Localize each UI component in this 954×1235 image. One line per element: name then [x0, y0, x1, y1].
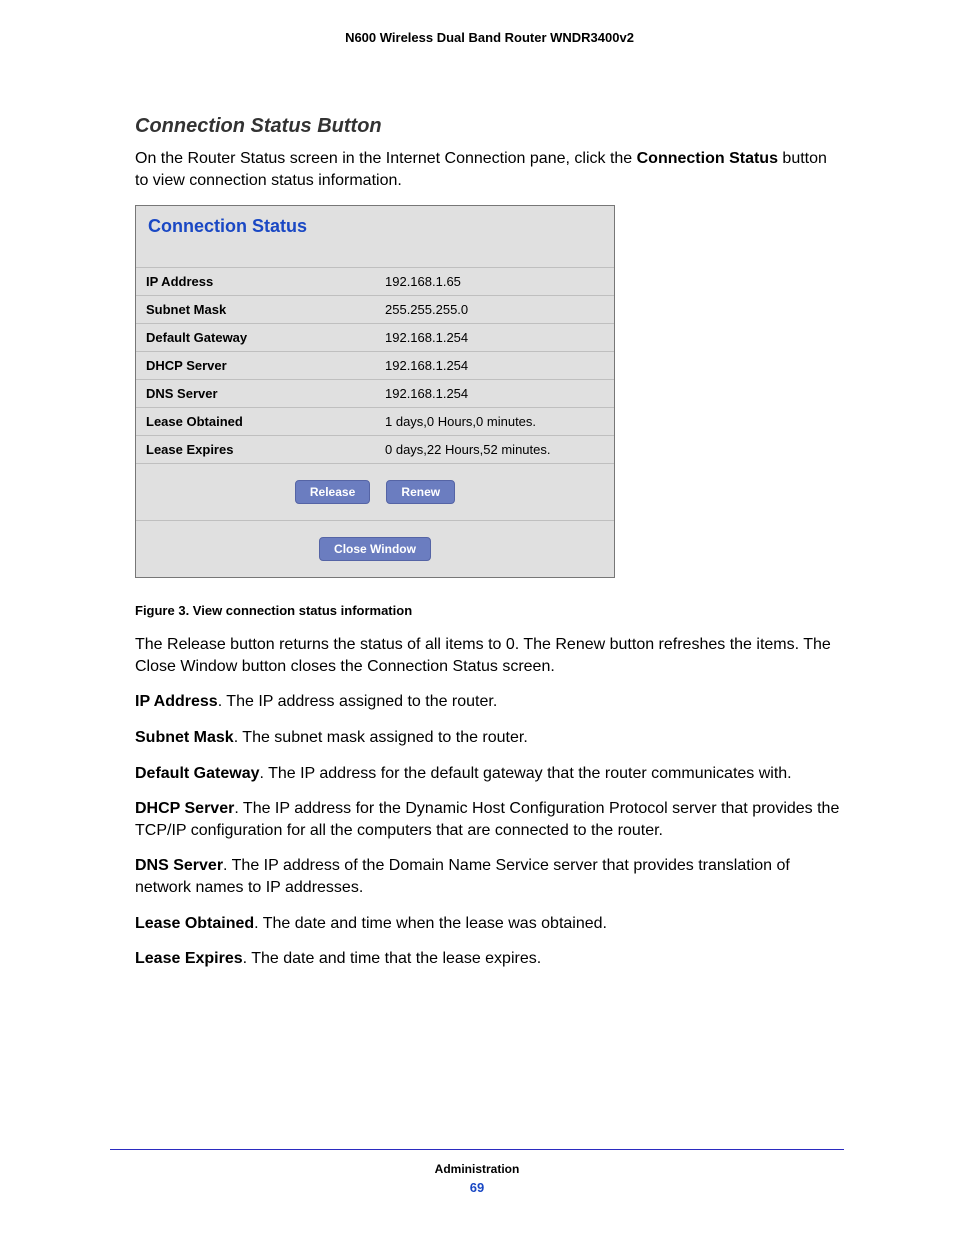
row-label: Lease Expires — [136, 436, 375, 464]
row-label: DNS Server — [136, 380, 375, 408]
release-button[interactable]: Release — [295, 480, 370, 504]
row-value: 1 days,0 Hours,0 minutes. — [375, 408, 614, 436]
figure-caption: Figure 3. View connection status informa… — [135, 603, 844, 618]
definition-item: Default Gateway. The IP address for the … — [135, 763, 844, 785]
definition-term: DHCP Server — [135, 800, 234, 817]
definition-term: Lease Expires — [135, 950, 243, 967]
definition-term: Lease Obtained — [135, 915, 254, 932]
panel-title: Connection Status — [136, 206, 614, 267]
table-row: Subnet Mask 255.255.255.0 — [136, 296, 614, 324]
definition-desc: . The IP address for the default gateway… — [259, 765, 791, 782]
row-value: 192.168.1.254 — [375, 324, 614, 352]
intro-text-pre: On the Router Status screen in the Inter… — [135, 150, 637, 167]
definition-term: Default Gateway — [135, 765, 259, 782]
row-value: 192.168.1.65 — [375, 268, 614, 296]
definition-desc: . The date and time that the lease expir… — [243, 950, 542, 967]
definition-item: DNS Server. The IP address of the Domain… — [135, 855, 844, 898]
definition-item: Lease Expires. The date and time that th… — [135, 948, 844, 970]
connection-status-panel: Connection Status IP Address 192.168.1.6… — [135, 205, 615, 578]
definition-term: Subnet Mask — [135, 729, 234, 746]
row-label: IP Address — [136, 268, 375, 296]
definition-term: IP Address — [135, 693, 218, 710]
document-header: N600 Wireless Dual Band Router WNDR3400v… — [135, 30, 844, 45]
table-row: Lease Expires 0 days,22 Hours,52 minutes… — [136, 436, 614, 464]
intro-paragraph: On the Router Status screen in the Inter… — [135, 148, 844, 191]
table-row: DNS Server 192.168.1.254 — [136, 380, 614, 408]
page-footer: Administration 69 — [110, 1149, 844, 1195]
intro-bold: Connection Status — [637, 150, 778, 167]
section-heading: Connection Status Button — [135, 115, 844, 138]
row-value: 192.168.1.254 — [375, 380, 614, 408]
row-label: DHCP Server — [136, 352, 375, 380]
row-label: Subnet Mask — [136, 296, 375, 324]
definition-desc: . The IP address of the Domain Name Serv… — [135, 857, 790, 896]
definition-desc: . The subnet mask assigned to the router… — [234, 729, 528, 746]
row-value: 192.168.1.254 — [375, 352, 614, 380]
row-value: 0 days,22 Hours,52 minutes. — [375, 436, 614, 464]
definition-desc: . The IP address assigned to the router. — [218, 693, 498, 710]
status-table: IP Address 192.168.1.65 Subnet Mask 255.… — [136, 267, 614, 463]
table-row: Default Gateway 192.168.1.254 — [136, 324, 614, 352]
row-label: Lease Obtained — [136, 408, 375, 436]
table-row: DHCP Server 192.168.1.254 — [136, 352, 614, 380]
table-row: IP Address 192.168.1.65 — [136, 268, 614, 296]
footer-section-name: Administration — [110, 1162, 844, 1176]
renew-button[interactable]: Renew — [386, 480, 455, 504]
footer-page-number: 69 — [110, 1180, 844, 1195]
close-window-button[interactable]: Close Window — [319, 537, 431, 561]
explanation-paragraph: The Release button returns the status of… — [135, 634, 844, 677]
definition-item: DHCP Server. The IP address for the Dyna… — [135, 798, 844, 841]
definition-item: IP Address. The IP address assigned to t… — [135, 691, 844, 713]
definition-desc: . The IP address for the Dynamic Host Co… — [135, 800, 839, 839]
button-row-upper: Release Renew — [136, 463, 614, 520]
definition-term: DNS Server — [135, 857, 223, 874]
definition-item: Subnet Mask. The subnet mask assigned to… — [135, 727, 844, 749]
definition-desc: . The date and time when the lease was o… — [254, 915, 607, 932]
row-label: Default Gateway — [136, 324, 375, 352]
row-value: 255.255.255.0 — [375, 296, 614, 324]
definition-item: Lease Obtained. The date and time when t… — [135, 913, 844, 935]
button-row-lower: Close Window — [136, 520, 614, 577]
table-row: Lease Obtained 1 days,0 Hours,0 minutes. — [136, 408, 614, 436]
